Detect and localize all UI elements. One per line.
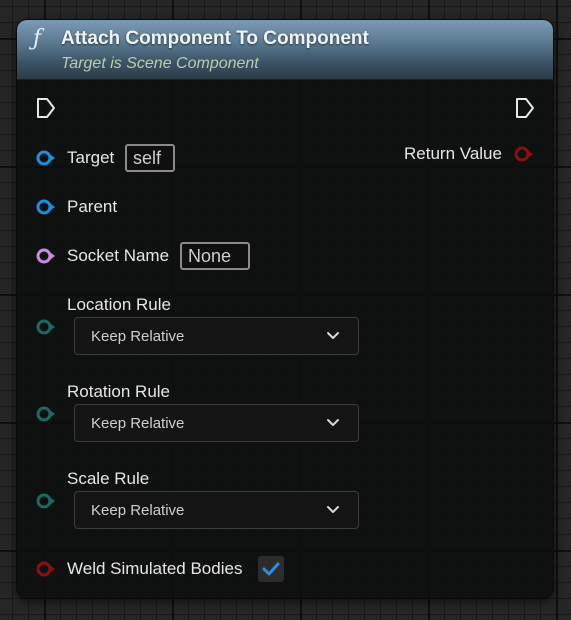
chevron-down-icon: [326, 505, 340, 515]
weld-simulated-bodies-pin-icon[interactable]: [36, 561, 56, 577]
location-rule-pin-icon[interactable]: [36, 319, 56, 335]
location-rule-selected: Keep Relative: [91, 328, 185, 345]
exec-out-pin-icon[interactable]: [515, 97, 535, 119]
socket-name-pin-icon[interactable]: [36, 248, 56, 264]
rotation-rule-dropdown[interactable]: Keep Relative: [74, 404, 359, 442]
node-title: Attach Component To Component: [61, 28, 369, 49]
rotation-rule-pin-icon[interactable]: [36, 406, 56, 422]
parent-pin-icon[interactable]: [36, 199, 56, 215]
blueprint-node[interactable]: ƒ Attach Component To Component Target i…: [17, 20, 553, 598]
target-label: Target: [67, 148, 115, 167]
return-value-pin-icon[interactable]: [514, 146, 534, 162]
weld-simulated-bodies-checkbox[interactable]: [258, 556, 284, 582]
chevron-down-icon: [326, 418, 340, 428]
chevron-down-icon: [326, 331, 340, 341]
function-icon: ƒ: [33, 26, 42, 51]
rotation-rule-selected: Keep Relative: [91, 415, 185, 432]
return-value-label: Return Value: [404, 144, 502, 163]
parent-label: Parent: [67, 197, 118, 216]
exec-in-pin-icon[interactable]: [36, 97, 56, 119]
node-subtitle: Target is Scene Component: [61, 55, 259, 72]
socket-name-input[interactable]: None: [180, 242, 250, 270]
scale-rule-label: Scale Rule: [67, 469, 150, 488]
target-input[interactable]: self: [125, 144, 175, 172]
rotation-rule-label: Rotation Rule: [67, 382, 171, 401]
checkmark-icon: [262, 562, 280, 576]
location-rule-dropdown[interactable]: Keep Relative: [74, 317, 359, 355]
location-rule-label: Location Rule: [67, 295, 171, 314]
scale-rule-selected: Keep Relative: [91, 502, 185, 519]
scale-rule-dropdown[interactable]: Keep Relative: [74, 491, 359, 529]
node-header[interactable]: ƒ Attach Component To Component Target i…: [17, 20, 553, 80]
target-pin-icon[interactable]: [36, 150, 56, 166]
scale-rule-pin-icon[interactable]: [36, 493, 56, 509]
weld-simulated-bodies-label: Weld Simulated Bodies: [67, 559, 243, 578]
socket-name-label: Socket Name: [67, 246, 170, 265]
